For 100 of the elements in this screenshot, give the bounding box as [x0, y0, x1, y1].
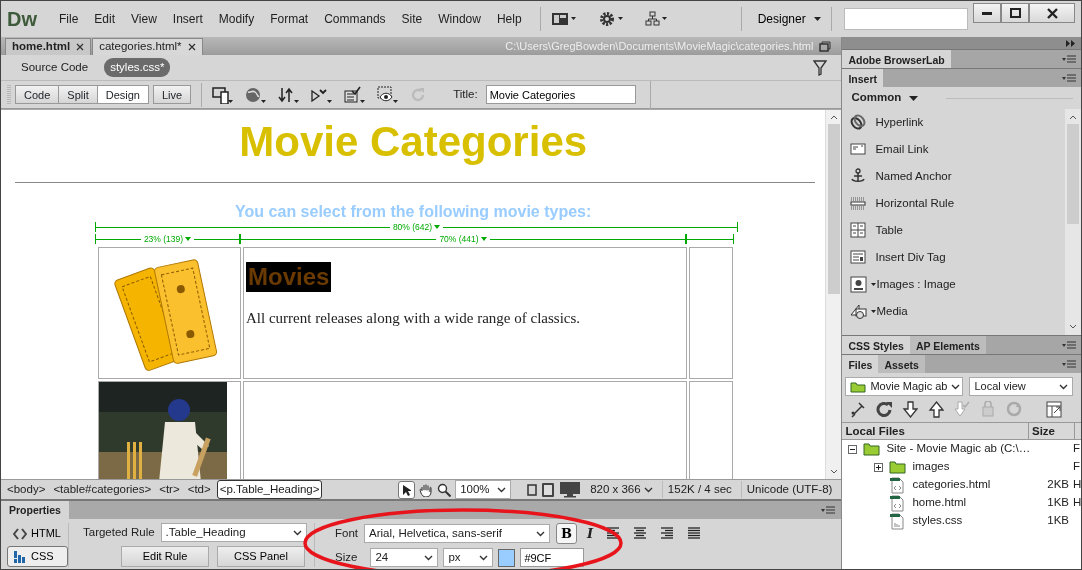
panel-menu-icon[interactable] — [1062, 73, 1076, 83]
document-tab[interactable]: categories.html* — [92, 38, 203, 55]
up-arrow-icon[interactable] — [928, 401, 945, 418]
view-button[interactable]: Design — [96, 85, 149, 104]
related-file-link[interactable]: styles.css* — [104, 57, 171, 78]
site-select[interactable]: Movie Magic ab — [845, 377, 964, 396]
color-swatch[interactable] — [498, 548, 516, 567]
panel-tab[interactable]: AP Elements — [909, 336, 986, 354]
collapse-toggle-icon[interactable] — [848, 444, 858, 454]
checklist-icon[interactable] — [344, 85, 367, 104]
mode-button[interactable]: CSS — [7, 546, 68, 567]
tag-selector-item[interactable]: <td> — [185, 480, 213, 499]
align-center-icon[interactable] — [634, 527, 648, 540]
sort-arrows-icon[interactable] — [278, 85, 301, 104]
panel-tab[interactable]: CSS Styles — [842, 336, 910, 354]
menu-item[interactable]: Help — [488, 10, 530, 28]
menu-item[interactable]: Format — [262, 10, 317, 28]
tag-selector-item[interactable]: <body> — [5, 480, 48, 499]
insert-item[interactable]: Hyperlink — [850, 109, 1065, 136]
close-button[interactable] — [1029, 3, 1075, 23]
align-left-icon[interactable] — [607, 527, 621, 540]
zoom-icon[interactable] — [437, 482, 452, 497]
italic-button[interactable]: I — [583, 526, 598, 541]
panel-button[interactable]: Edit Rule — [121, 546, 209, 567]
insert-item[interactable]: Email Link — [850, 136, 1065, 163]
panel-tab[interactable]: Adobe BrowserLab — [842, 50, 951, 68]
insert-item[interactable]: Table — [850, 217, 1065, 244]
file-name[interactable]: home.html — [912, 494, 967, 512]
panel-tab[interactable]: Assets — [878, 355, 925, 373]
insert-item[interactable]: Images : Image — [850, 271, 1065, 298]
justify-icon[interactable] — [688, 527, 702, 540]
menu-item[interactable]: Window — [430, 10, 489, 28]
align-right-icon[interactable] — [661, 527, 675, 540]
file-name[interactable]: Site - Movie Magic ab (C:\… — [886, 440, 1031, 458]
scrollbar-thumb[interactable] — [827, 124, 840, 294]
scroll-down-icon[interactable] — [829, 469, 838, 474]
expand-toggle-icon[interactable] — [874, 462, 884, 472]
panel-menu-icon[interactable] — [1062, 54, 1076, 64]
bold-button[interactable]: B — [556, 523, 577, 544]
scroll-up-icon[interactable] — [829, 115, 838, 120]
view-button[interactable]: Split — [58, 85, 98, 104]
unit-select[interactable]: px — [443, 548, 494, 567]
title-field[interactable]: Movie Categories — [485, 85, 636, 104]
color-field[interactable]: #9CF — [520, 548, 585, 567]
hand-icon[interactable] — [419, 482, 434, 497]
document-tab[interactable]: home.html — [5, 38, 92, 55]
close-icon[interactable] — [76, 43, 85, 51]
expand-icon[interactable] — [1046, 401, 1063, 418]
menu-item[interactable]: File — [51, 10, 87, 28]
eye-icon[interactable] — [377, 85, 400, 104]
insert-item[interactable]: Insert Div Tag — [850, 244, 1065, 271]
targeted-rule-select[interactable]: .Table_Heading — [160, 523, 307, 542]
panel-tab[interactable]: Files — [842, 355, 879, 373]
tag-selector-item[interactable]: <table#categories> — [51, 480, 154, 499]
refresh-icon[interactable] — [876, 401, 893, 418]
view-select[interactable]: Local view — [969, 377, 1074, 396]
tag-selector-item[interactable]: <tr> — [157, 480, 182, 499]
menu-item[interactable]: Edit — [86, 10, 124, 28]
panel-menu-icon[interactable] — [1062, 359, 1076, 369]
menu-item[interactable]: View — [123, 10, 165, 28]
insert-item[interactable]: Horizontal Rule — [850, 190, 1065, 217]
font-select[interactable]: Arial, Helvetica, sans-serif — [364, 524, 550, 543]
collapse-icon[interactable] — [1066, 39, 1075, 47]
category-select[interactable]: Common — [851, 89, 919, 107]
size-select[interactable]: 24 — [370, 548, 439, 567]
panel-menu-icon[interactable] — [821, 505, 836, 515]
view-button[interactable]: Code — [15, 85, 60, 104]
phone-size-icon[interactable] — [527, 482, 538, 497]
scrollbar-thumb[interactable] — [1067, 124, 1079, 224]
check-arrow-icon[interactable] — [954, 401, 971, 418]
globe-icon[interactable] — [245, 85, 268, 104]
view-button[interactable]: Live — [152, 85, 192, 104]
down-arrow-icon[interactable] — [902, 401, 919, 418]
maximize-button[interactable] — [1001, 3, 1029, 23]
close-icon[interactable] — [187, 43, 196, 51]
search-field[interactable] — [843, 8, 968, 30]
menu-item[interactable]: Insert — [164, 10, 211, 28]
tag-selector-item[interactable]: <p.Table_Heading> — [216, 479, 323, 500]
insert-item[interactable]: Named Anchor — [850, 163, 1065, 190]
devices-icon[interactable] — [212, 85, 235, 104]
panel-menu-icon[interactable] — [1062, 340, 1076, 350]
zoom-select[interactable]: 100% — [455, 480, 512, 499]
tablet-size-icon[interactable] — [541, 481, 556, 498]
insert-item[interactable]: Media — [850, 298, 1065, 325]
scroll-up-icon[interactable] — [1069, 115, 1077, 120]
window-size-select[interactable]: 820 x 366 — [585, 480, 658, 499]
panel-tab[interactable]: Insert — [842, 69, 884, 87]
scroll-down-icon[interactable] — [1069, 324, 1077, 329]
file-name[interactable]: images — [912, 458, 950, 476]
menu-item[interactable]: Modify — [210, 10, 263, 28]
related-file-link[interactable]: Source Code — [15, 57, 95, 78]
menu-item[interactable]: Commands — [316, 10, 394, 28]
workspace-switcher[interactable]: Designer — [751, 8, 827, 30]
desktop-size-icon[interactable] — [559, 481, 582, 498]
mode-button[interactable]: HTML — [7, 523, 68, 544]
panel-button[interactable]: CSS Panel — [217, 546, 305, 567]
file-name[interactable]: categories.html — [912, 476, 991, 494]
file-name[interactable]: styles.css — [912, 512, 963, 530]
filter-icon[interactable] — [813, 59, 828, 76]
panel-tab[interactable]: Properties — [1, 501, 69, 519]
